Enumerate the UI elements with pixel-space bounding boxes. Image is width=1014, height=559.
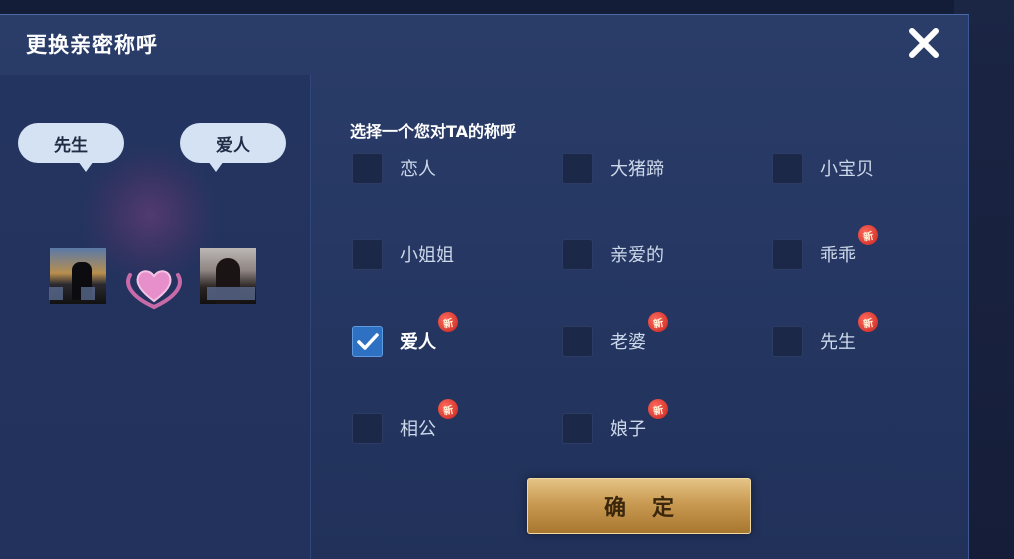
player-name-left (49, 287, 63, 300)
checkmark-icon (357, 332, 379, 350)
checkbox[interactable] (352, 412, 383, 444)
confirm-button[interactable]: 确定 (527, 478, 751, 534)
player-name-left-2 (81, 287, 95, 300)
option-label: 小姐姐 (400, 245, 454, 266)
confirm-label: 确定 (603, 496, 700, 521)
option-label: 相公新 (400, 397, 460, 441)
nickname-bubble-left: 先生 (18, 123, 124, 172)
selection-prompt: 选择一个您对TA的称呼 (350, 122, 517, 141)
option-lianren[interactable]: 恋人 (352, 151, 436, 185)
couple-preview-panel: 先生 爱人 (0, 75, 311, 559)
option-xiansheng[interactable]: 先生新 (772, 310, 880, 358)
option-label: 老婆新 (610, 310, 670, 354)
checkbox[interactable] (562, 152, 593, 184)
new-badge: 新 (646, 310, 670, 334)
checkbox[interactable] (562, 412, 593, 444)
close-button[interactable] (904, 23, 944, 63)
option-xianggong[interactable]: 相公新 (352, 397, 460, 445)
option-label: 乖乖新 (820, 223, 880, 267)
checkbox[interactable] (772, 325, 803, 357)
option-label: 先生新 (820, 310, 880, 354)
checkbox[interactable] (562, 325, 593, 357)
change-nickname-dialog: 更换亲密称呼 先生 爱人 选择一个您对TA的称呼 恋人 大猪蹄 小宝贝 小姐姐 … (0, 14, 969, 559)
new-badge: 新 (856, 310, 880, 334)
new-badge: 新 (436, 397, 460, 421)
option-qinaide[interactable]: 亲爱的 (562, 237, 664, 271)
option-xiaobaobei[interactable]: 小宝贝 (772, 151, 874, 185)
close-x-icon (909, 28, 939, 58)
option-niangzi[interactable]: 娘子新 (562, 397, 670, 445)
new-badge: 新 (436, 310, 460, 334)
checkbox[interactable] (352, 238, 383, 270)
checkbox[interactable] (772, 238, 803, 270)
option-label: 恋人 (400, 159, 436, 180)
checkbox-checked[interactable] (352, 325, 383, 357)
new-badge: 新 (646, 397, 670, 421)
player-name-right (207, 287, 255, 300)
checkbox[interactable] (772, 152, 803, 184)
checkbox[interactable] (352, 152, 383, 184)
option-label: 亲爱的 (610, 245, 664, 266)
option-laopo[interactable]: 老婆新 (562, 310, 670, 358)
option-label: 大猪蹄 (610, 159, 664, 180)
new-badge: 新 (856, 223, 880, 247)
dialog-title: 更换亲密称呼 (26, 33, 158, 57)
option-label: 爱人新 (400, 310, 460, 354)
double-heart-icon (126, 270, 182, 309)
nickname-bubble-right: 爱人 (180, 123, 286, 172)
option-label: 娘子新 (610, 397, 670, 441)
option-xiaojiejie[interactable]: 小姐姐 (352, 237, 454, 271)
checkbox[interactable] (562, 238, 593, 270)
option-dazhuti[interactable]: 大猪蹄 (562, 151, 664, 185)
option-airen[interactable]: 爱人新 (352, 310, 460, 358)
option-guaiguai[interactable]: 乖乖新 (772, 223, 880, 271)
option-label: 小宝贝 (820, 159, 874, 180)
